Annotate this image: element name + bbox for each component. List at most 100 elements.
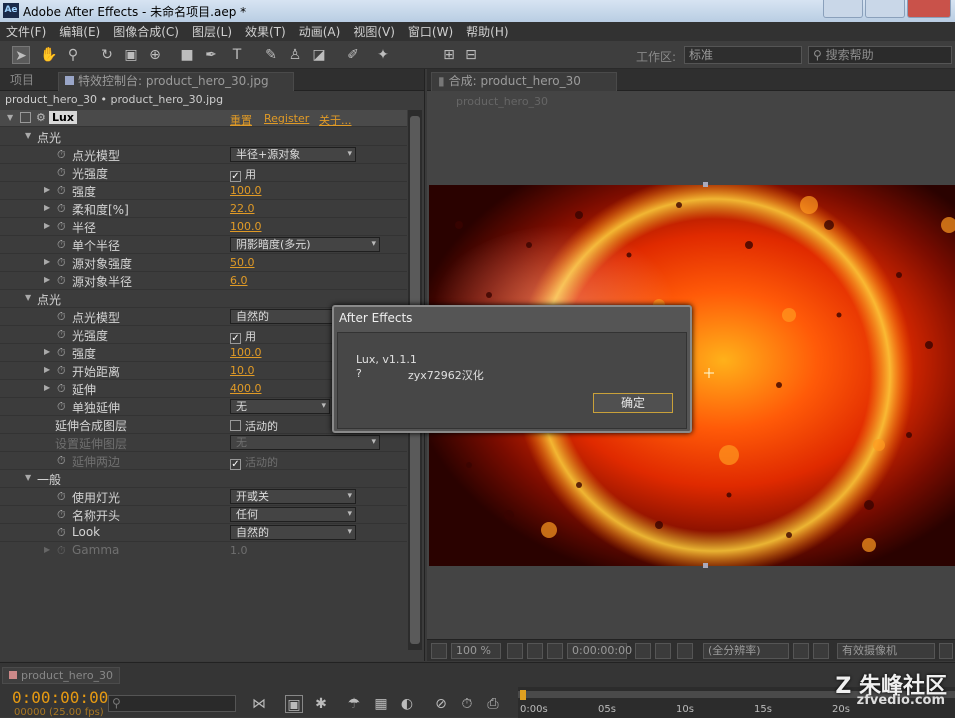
channels-icon[interactable] xyxy=(677,643,693,659)
light-model-dropdown[interactable]: 半径+源对象 xyxy=(230,147,356,162)
roto-brush-tool-icon[interactable]: ✐ xyxy=(344,46,362,64)
single-extend-dropdown[interactable]: 无 xyxy=(230,399,330,414)
timeline-search-input[interactable]: ⚲ xyxy=(108,695,236,712)
collapse-icon[interactable]: ▼ xyxy=(25,293,31,302)
always-preview-icon[interactable] xyxy=(431,643,447,659)
collapse-icon[interactable]: ▼ xyxy=(25,473,31,482)
radius-value[interactable]: 100.0 xyxy=(230,220,262,233)
views-dropdown[interactable] xyxy=(939,643,953,659)
stopwatch-icon[interactable]: ⏱ xyxy=(57,202,66,216)
stopwatch-icon[interactable]: ⏱ xyxy=(57,526,66,540)
minimize-button[interactable] xyxy=(823,0,863,18)
source-radius-value[interactable]: 6.0 xyxy=(230,274,248,287)
intensity-value[interactable]: 100.0 xyxy=(230,184,262,197)
name-prefix-dropdown[interactable]: 任何 xyxy=(230,507,356,522)
look-dropdown[interactable]: 自然的 xyxy=(230,525,356,540)
hand-tool-icon[interactable]: ✋ xyxy=(40,46,58,64)
light-intensity-checkbox[interactable]: ✓ 用 xyxy=(230,166,256,182)
layer-handle-top[interactable] xyxy=(703,182,708,187)
pan-behind-tool-icon[interactable]: ⊕ xyxy=(146,46,164,64)
stopwatch-icon[interactable]: ⏱ xyxy=(57,310,66,324)
timeline-timecode[interactable]: 0:00:00:00 xyxy=(12,688,108,707)
softness-value[interactable]: 22.0 xyxy=(230,202,255,215)
collapse-icon[interactable]: ▼ xyxy=(7,113,13,122)
ok-button[interactable]: 确定 xyxy=(593,393,673,413)
stopwatch-icon[interactable]: ⏱ xyxy=(57,328,66,342)
menu-effect[interactable]: 效果(T) xyxy=(245,23,286,40)
stopwatch-icon[interactable]: ⏱ xyxy=(57,184,66,198)
expand-icon[interactable]: ▶ xyxy=(44,275,50,284)
eraser-tool-icon[interactable]: ◪ xyxy=(310,46,328,64)
grid-icon[interactable] xyxy=(527,643,543,659)
register-link[interactable]: Register xyxy=(264,112,309,125)
stopwatch-icon[interactable]: ⏱ xyxy=(57,382,66,396)
mask-icon[interactable] xyxy=(547,643,563,659)
composition-mini-flowchart-icon[interactable]: ▣ xyxy=(285,695,303,713)
zoom-tool-icon[interactable]: ⚲ xyxy=(64,46,82,64)
light-intensity-checkbox[interactable]: ✓ 用 xyxy=(230,328,256,344)
extend-both-sides-checkbox[interactable]: ✓ 活动的 xyxy=(230,454,278,470)
menu-view[interactable]: 视图(V) xyxy=(353,23,395,40)
expand-icon[interactable]: ▶ xyxy=(44,185,50,194)
fx-enable-checkbox[interactable] xyxy=(20,112,31,123)
menu-layer[interactable]: 图层(L) xyxy=(192,23,232,40)
stopwatch-icon[interactable]: ⏱ xyxy=(57,220,66,234)
align-icon[interactable]: ⊟ xyxy=(462,46,480,64)
rotate-tool-icon[interactable]: ↻ xyxy=(98,46,116,64)
graph-editor-icon[interactable]: ⊘ xyxy=(432,695,450,713)
text-tool-icon[interactable]: T xyxy=(228,46,246,64)
stopwatch-icon[interactable]: ⏱ xyxy=(458,695,476,713)
stopwatch-icon[interactable]: ⏱ xyxy=(57,490,66,504)
about-link[interactable]: 关于... xyxy=(319,112,352,128)
use-lights-dropdown[interactable]: 开或关 xyxy=(230,489,356,504)
expand-icon[interactable]: ▶ xyxy=(44,347,50,356)
extend-value[interactable]: 400.0 xyxy=(230,382,262,395)
expand-icon[interactable]: ▶ xyxy=(44,221,50,230)
expand-icon[interactable]: ▶ xyxy=(44,257,50,266)
frame-blending-icon[interactable]: ▦ xyxy=(372,695,390,713)
layer-handle-bottom[interactable] xyxy=(703,563,708,568)
source-intensity-value[interactable]: 50.0 xyxy=(230,256,255,269)
single-radius-dropdown[interactable]: 阴影暗度(多元) xyxy=(230,237,380,252)
stopwatch-icon[interactable]: ⏱ xyxy=(57,238,66,252)
workspace-select[interactable]: 标准 xyxy=(684,46,802,64)
region-of-interest-icon[interactable] xyxy=(793,643,809,659)
menu-animation[interactable]: 动画(A) xyxy=(299,23,341,40)
start-distance-value[interactable]: 10.0 xyxy=(230,364,255,377)
snapshot-icon[interactable] xyxy=(635,643,651,659)
stopwatch-icon[interactable]: ⏱ xyxy=(57,508,66,522)
stopwatch-icon[interactable]: ⏱ xyxy=(57,148,66,162)
stopwatch-icon[interactable]: ⏱ xyxy=(57,166,66,180)
stopwatch-icon[interactable]: ⏱ xyxy=(57,256,66,270)
stopwatch-icon[interactable]: ⏱ xyxy=(57,274,66,288)
effect-header-lux[interactable]: ▼ ⚙ Lux 重置 Register 关于... xyxy=(0,110,407,127)
collapse-icon[interactable]: ▼ xyxy=(25,131,31,140)
tab-project[interactable]: 项目 xyxy=(4,72,40,91)
menu-help[interactable]: 帮助(H) xyxy=(466,23,508,40)
stopwatch-icon[interactable]: ⏱ xyxy=(57,364,66,378)
tab-composition[interactable]: ▮ 合成: product_hero_30 xyxy=(431,72,617,91)
resolution-dropdown[interactable]: (全分辨率) xyxy=(703,643,789,659)
extend-layer-dropdown[interactable]: 无 xyxy=(230,435,380,450)
maximize-button[interactable] xyxy=(865,0,905,18)
tab-timeline[interactable]: product_hero_30 xyxy=(2,667,121,684)
pen-tool-icon[interactable]: ✒ xyxy=(202,46,220,64)
snap-icon[interactable]: ⊞ xyxy=(440,46,458,64)
intensity-value[interactable]: 100.0 xyxy=(230,346,262,359)
rectangle-tool-icon[interactable]: ■ xyxy=(178,46,196,64)
menu-window[interactable]: 窗口(W) xyxy=(408,23,453,40)
group-row[interactable]: ▼ 一般 xyxy=(0,470,407,488)
safe-zones-icon[interactable] xyxy=(507,643,523,659)
camera-tool-icon[interactable]: ▣ xyxy=(122,46,140,64)
expand-icon[interactable]: ▶ xyxy=(44,365,50,374)
expand-icon[interactable]: ▶ xyxy=(44,203,50,212)
stopwatch-icon[interactable]: ⏱ xyxy=(57,346,66,360)
reset-link[interactable]: 重置 xyxy=(230,112,252,128)
menu-composition[interactable]: 图像合成(C) xyxy=(113,23,179,40)
transparency-grid-icon[interactable] xyxy=(813,643,829,659)
menu-file[interactable]: 文件(F) xyxy=(6,23,46,40)
expand-icon[interactable]: ▶ xyxy=(44,383,50,392)
hide-shy-icon[interactable]: ☂ xyxy=(345,695,363,713)
render-icon[interactable]: ⎙ xyxy=(484,695,502,713)
draft-3d-icon[interactable]: ✱ xyxy=(312,695,330,713)
